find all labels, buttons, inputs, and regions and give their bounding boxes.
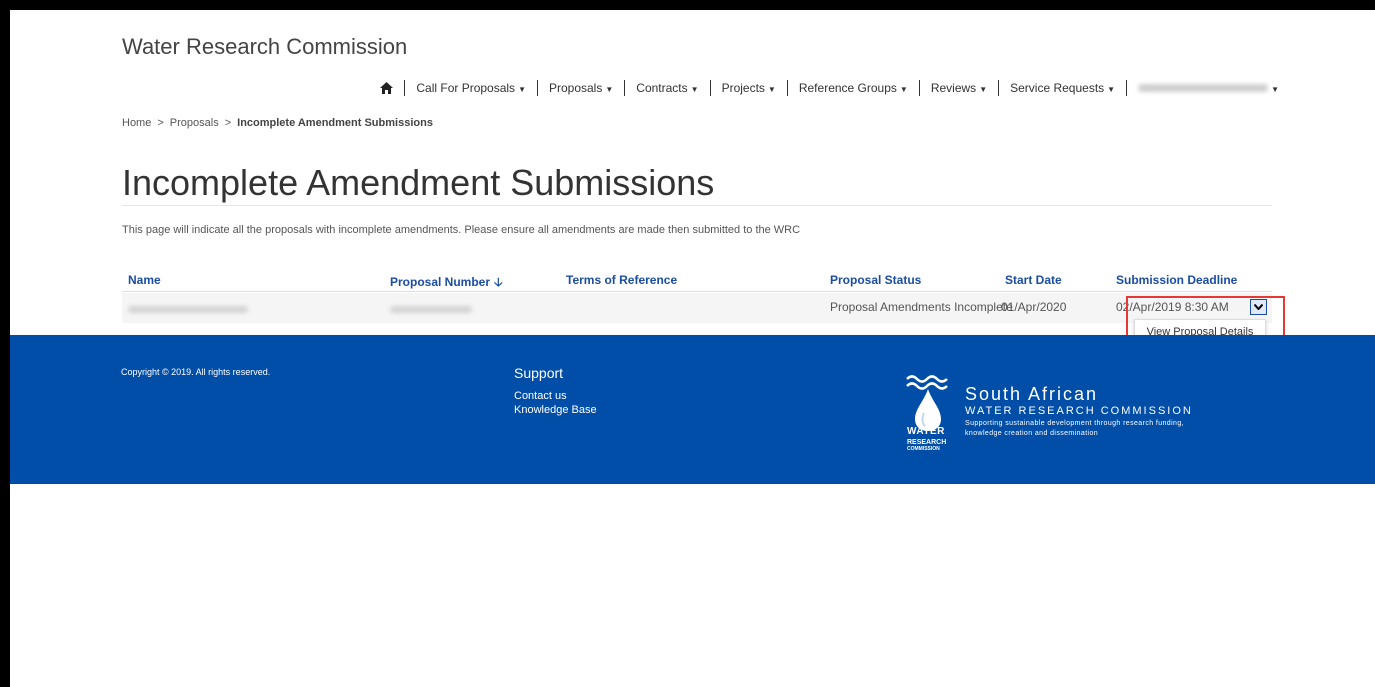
site-footer: Copyright © 2019. All rights reserved. S…: [10, 335, 1375, 484]
nav-projects[interactable]: Projects ▼: [722, 81, 776, 95]
table-row[interactable]: [122, 293, 1272, 323]
logo-word-commission: COMMISSION: [907, 446, 940, 452]
nav-divider: [1126, 80, 1128, 96]
logo-word-water: WATER: [907, 426, 945, 437]
copyright-text: Copyright © 2019. All rights reserved.: [121, 367, 271, 377]
nav-divider: [786, 80, 788, 96]
org-name-line2: WATER RESEARCH COMMISSION: [965, 405, 1193, 417]
nav-divider: [536, 80, 538, 96]
caret-down-icon: ▼: [518, 85, 526, 94]
caret-down-icon: ▼: [899, 85, 908, 94]
nav-divider: [998, 80, 1000, 96]
cell-submission-deadline: 02/Apr/2019 8:30 AM: [1116, 300, 1229, 314]
cell-start-date: 01/Apr/2020: [1001, 300, 1067, 314]
org-name-line1: South African: [965, 384, 1099, 404]
home-icon[interactable]: [380, 82, 394, 94]
nav-divider: [709, 80, 711, 96]
column-header-start-date[interactable]: Start Date: [1005, 273, 1062, 287]
top-navigation: Call For Proposals ▼ Proposals ▼ Contracts…: [380, 80, 1279, 96]
nav-divider: [624, 80, 626, 96]
nav-service-requests[interactable]: Service Requests ▼: [1010, 81, 1115, 95]
nav-divider: [918, 80, 920, 96]
chevron-down-icon: [1254, 304, 1263, 310]
user-name-redacted: [1138, 84, 1269, 92]
caret-down-icon: ▼: [1271, 85, 1279, 94]
breadcrumb-separator: >: [157, 117, 164, 129]
cell-proposal-number-redacted: [390, 306, 472, 313]
column-header-submission-deadline[interactable]: Submission Deadline: [1116, 273, 1237, 287]
cell-proposal-status: Proposal Amendments Incomplete: [830, 300, 1013, 314]
nav-proposals[interactable]: Proposals ▼: [549, 81, 613, 95]
nav-reference-groups[interactable]: Reference Groups ▼: [799, 81, 908, 95]
page-intro: This page will indicate all the proposal…: [122, 224, 801, 236]
row-actions-button[interactable]: [1250, 299, 1267, 315]
table-header-divider: [122, 291, 1272, 292]
column-header-terms-of-reference[interactable]: Terms of Reference: [566, 273, 677, 287]
caret-down-icon: ▼: [979, 85, 988, 94]
logo-word-research: RESEARCH: [907, 439, 947, 446]
sort-down-arrow-icon: 🡣: [494, 275, 503, 289]
breadcrumb: Home > Proposals > Incomplete Amendment Subm…: [122, 117, 433, 129]
caret-down-icon: ▼: [767, 85, 776, 94]
page-title: Incomplete Amendment Submissions: [122, 162, 715, 203]
breadcrumb-current: Incomplete Amendment Submissions: [237, 117, 433, 129]
column-header-proposal-status[interactable]: Proposal Status: [830, 273, 921, 287]
breadcrumb-proposals[interactable]: Proposals: [170, 117, 219, 129]
knowledge-base-link[interactable]: Knowledge Base: [514, 404, 597, 416]
caret-down-icon: ▼: [1107, 85, 1116, 94]
org-tagline: Supporting sustainable development throu…: [965, 420, 1184, 437]
nav-divider: [404, 80, 406, 96]
breadcrumb-separator: >: [224, 117, 232, 129]
title-divider: [122, 205, 1272, 206]
nav-reviews[interactable]: Reviews ▼: [931, 81, 987, 95]
caret-down-icon: ▼: [605, 85, 614, 94]
site-brand[interactable]: Water Research Commission: [122, 34, 407, 60]
contact-us-link[interactable]: Contact us: [514, 390, 567, 402]
cell-name-redacted: [128, 306, 248, 313]
column-header-name[interactable]: Name: [128, 273, 161, 287]
support-heading: Support: [514, 365, 564, 381]
breadcrumb-home[interactable]: Home: [122, 117, 151, 129]
caret-down-icon: ▼: [690, 85, 699, 94]
nav-user-menu[interactable]: ▼: [1138, 81, 1279, 95]
nav-contracts[interactable]: Contracts ▼: [636, 81, 698, 95]
nav-call-for-proposals[interactable]: Call For Proposals ▼: [416, 81, 526, 95]
